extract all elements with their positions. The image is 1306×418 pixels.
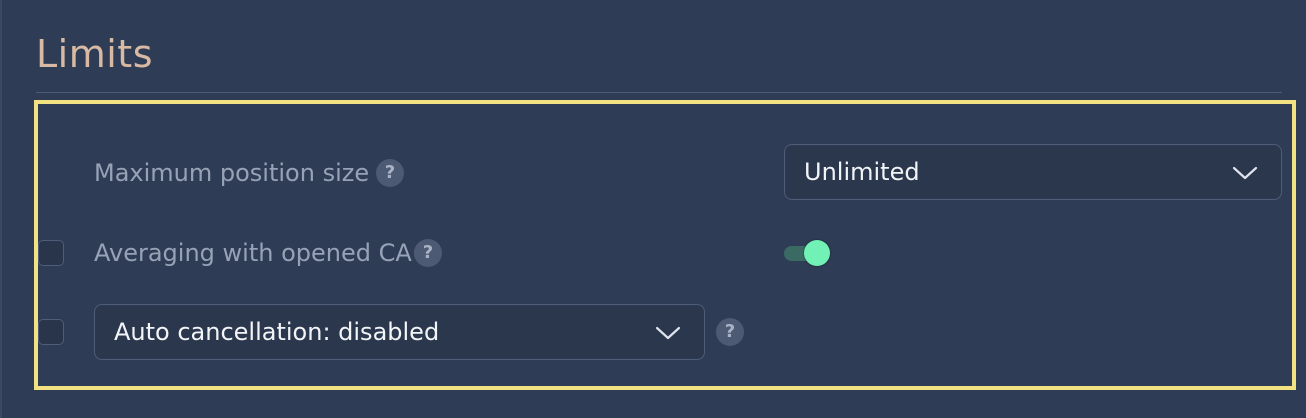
- averaging-help-icon[interactable]: ?: [414, 239, 442, 267]
- max-position-help-icon[interactable]: ?: [376, 159, 404, 187]
- auto-cancellation-checkbox[interactable]: [38, 319, 64, 345]
- auto-cancellation-help-icon[interactable]: ?: [716, 318, 744, 346]
- max-position-size-select[interactable]: Unlimited: [784, 144, 1282, 200]
- section-title: Limits: [36, 32, 153, 76]
- averaging-label: Averaging with opened CA: [94, 239, 412, 267]
- averaging-toggle[interactable]: [784, 240, 832, 266]
- chevron-down-icon: [1232, 166, 1258, 180]
- max-position-size-value: Unlimited: [804, 158, 920, 186]
- title-divider: [36, 92, 1282, 93]
- limits-panel: Limits Maximum position size ? Unlimited…: [0, 0, 1306, 418]
- chevron-down-icon: [655, 326, 681, 340]
- averaging-checkbox[interactable]: [38, 240, 64, 266]
- max-position-size-label: Maximum position size: [94, 159, 370, 187]
- auto-cancellation-select[interactable]: Auto cancellation: disabled: [94, 304, 705, 360]
- auto-cancellation-value: Auto cancellation: disabled: [114, 318, 440, 346]
- toggle-knob: [804, 240, 830, 266]
